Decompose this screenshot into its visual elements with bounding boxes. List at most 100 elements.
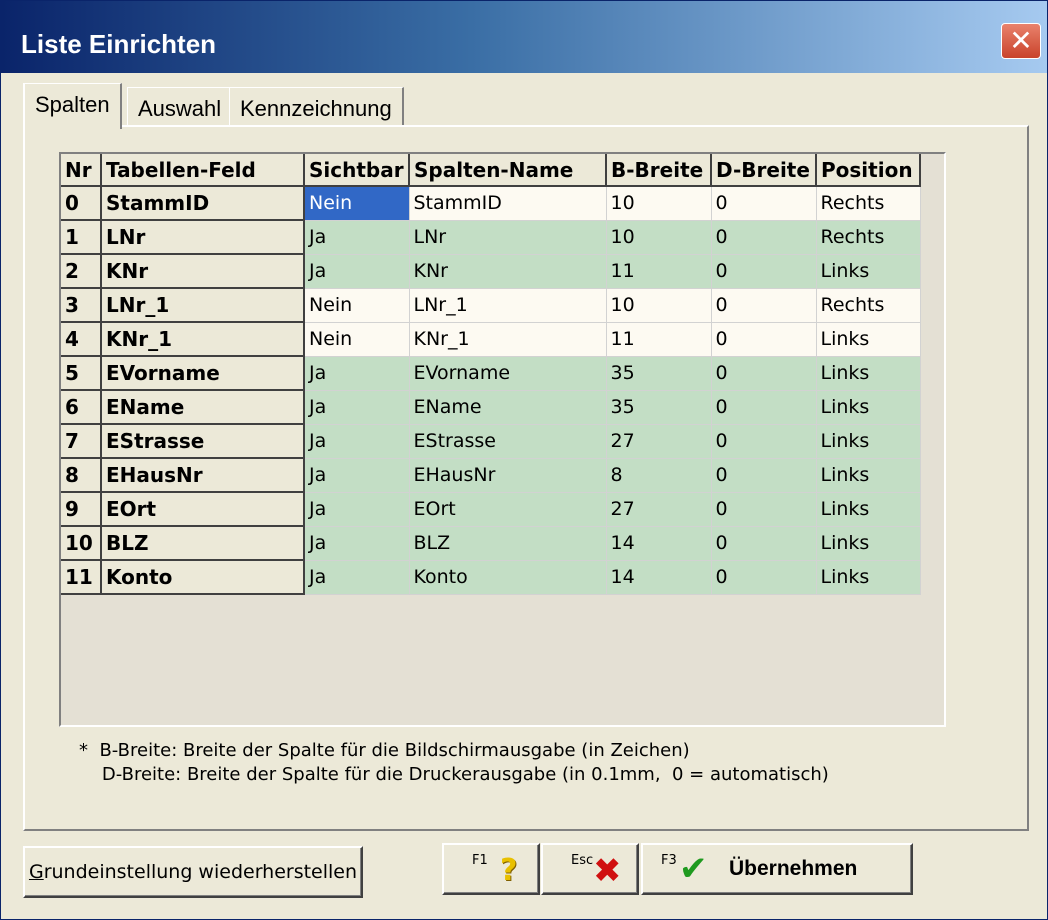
row-spalten-name[interactable]: EVorname <box>409 356 607 391</box>
table-row[interactable]: 5 EVorname Ja EVorname 35 0 Links <box>61 356 921 391</box>
row-sichtbar[interactable]: Ja <box>304 458 410 493</box>
row-nr[interactable]: 10 <box>61 526 102 561</box>
row-tabellen-feld[interactable]: EHausNr <box>101 458 305 493</box>
row-nr[interactable]: 4 <box>61 322 102 357</box>
row-d-breite[interactable]: 0 <box>711 356 817 391</box>
row-position[interactable]: Links <box>816 458 921 493</box>
row-position[interactable]: Rechts <box>816 288 921 323</box>
row-sichtbar[interactable]: Ja <box>304 356 410 391</box>
row-tabellen-feld[interactable]: KNr <box>101 254 305 289</box>
reset-defaults-button[interactable]: Grundeinstellung wiederherstellen <box>23 846 363 898</box>
table-row[interactable]: 11 Konto Ja Konto 14 0 Links <box>61 560 921 595</box>
row-tabellen-feld[interactable]: EVorname <box>101 356 305 391</box>
row-b-breite[interactable]: 8 <box>606 458 712 493</box>
header-tabellen-feld[interactable]: Tabellen-Feld <box>101 154 305 187</box>
row-position[interactable]: Links <box>816 424 921 459</box>
row-position[interactable]: Links <box>816 322 921 357</box>
tab-spalten[interactable]: Spalten <box>23 83 122 129</box>
row-tabellen-feld[interactable]: LNr_1 <box>101 288 305 323</box>
table-row[interactable]: 2 KNr Ja KNr 11 0 Links <box>61 254 921 289</box>
header-b-breite[interactable]: B-Breite <box>606 154 712 187</box>
row-position[interactable]: Links <box>816 390 921 425</box>
row-tabellen-feld[interactable]: LNr <box>101 220 305 255</box>
apply-button[interactable]: F3 ✔ Übernehmen <box>641 843 913 895</box>
row-sichtbar[interactable]: Ja <box>304 220 410 255</box>
table-row[interactable]: 3 LNr_1 Nein LNr_1 10 0 Rechts <box>61 288 921 323</box>
row-d-breite[interactable]: 0 <box>711 560 817 595</box>
row-spalten-name[interactable]: LNr <box>409 220 607 255</box>
row-tabellen-feld[interactable]: KNr_1 <box>101 322 305 357</box>
row-position[interactable]: Links <box>816 560 921 595</box>
table-row[interactable]: 9 EOrt Ja EOrt 27 0 Links <box>61 492 921 527</box>
row-spalten-name[interactable]: EHausNr <box>409 458 607 493</box>
row-spalten-name[interactable]: EStrasse <box>409 424 607 459</box>
row-nr[interactable]: 2 <box>61 254 102 289</box>
row-spalten-name[interactable]: Konto <box>409 560 607 595</box>
row-nr[interactable]: 1 <box>61 220 102 255</box>
row-position[interactable]: Links <box>816 492 921 527</box>
row-sichtbar[interactable]: Nein <box>304 186 410 221</box>
header-position[interactable]: Position <box>816 154 921 187</box>
row-nr[interactable]: 9 <box>61 492 102 527</box>
row-position[interactable]: Links <box>816 526 921 561</box>
row-b-breite[interactable]: 35 <box>606 390 712 425</box>
tab-kennzeichnung[interactable]: Kennzeichnung <box>229 87 404 125</box>
row-sichtbar[interactable]: Ja <box>304 526 410 561</box>
row-sichtbar[interactable]: Ja <box>304 254 410 289</box>
table-row[interactable]: 1 LNr Ja LNr 10 0 Rechts <box>61 220 921 255</box>
row-d-breite[interactable]: 0 <box>711 492 817 527</box>
header-nr[interactable]: Nr <box>61 154 102 187</box>
table-row[interactable]: 6 EName Ja EName 35 0 Links <box>61 390 921 425</box>
row-b-breite[interactable]: 27 <box>606 424 712 459</box>
row-spalten-name[interactable]: StammID <box>409 186 607 221</box>
row-position[interactable]: Rechts <box>816 220 921 255</box>
header-sichtbar[interactable]: Sichtbar <box>304 154 410 187</box>
row-spalten-name[interactable]: BLZ <box>409 526 607 561</box>
row-nr[interactable]: 5 <box>61 356 102 391</box>
header-d-breite[interactable]: D-Breite <box>711 154 817 187</box>
row-sichtbar[interactable]: Ja <box>304 390 410 425</box>
row-b-breite[interactable]: 14 <box>606 560 712 595</box>
title-bar[interactable]: Liste Einrichten ✕ <box>1 1 1047 73</box>
row-sichtbar[interactable]: Ja <box>304 424 410 459</box>
row-b-breite[interactable]: 35 <box>606 356 712 391</box>
tab-auswahl[interactable]: Auswahl <box>127 87 234 125</box>
row-spalten-name[interactable]: KNr <box>409 254 607 289</box>
row-tabellen-feld[interactable]: Konto <box>101 560 305 595</box>
table-row[interactable]: 10 BLZ Ja BLZ 14 0 Links <box>61 526 921 561</box>
row-b-breite[interactable]: 11 <box>606 254 712 289</box>
row-b-breite[interactable]: 10 <box>606 186 712 221</box>
row-nr[interactable]: 3 <box>61 288 102 323</box>
row-b-breite[interactable]: 27 <box>606 492 712 527</box>
row-b-breite[interactable]: 10 <box>606 288 712 323</box>
row-d-breite[interactable]: 0 <box>711 322 817 357</box>
row-b-breite[interactable]: 14 <box>606 526 712 561</box>
row-tabellen-feld[interactable]: BLZ <box>101 526 305 561</box>
table-row[interactable]: 0 StammID Nein StammID 10 0 Rechts <box>61 186 921 221</box>
cancel-button[interactable]: Esc ✖ <box>541 843 639 895</box>
row-d-breite[interactable]: 0 <box>711 288 817 323</box>
row-nr[interactable]: 0 <box>61 186 102 221</box>
row-nr[interactable]: 6 <box>61 390 102 425</box>
row-tabellen-feld[interactable]: StammID <box>101 186 305 221</box>
table-row[interactable]: 4 KNr_1 Nein KNr_1 11 0 Links <box>61 322 921 357</box>
row-sichtbar[interactable]: Ja <box>304 560 410 595</box>
row-spalten-name[interactable]: LNr_1 <box>409 288 607 323</box>
row-nr[interactable]: 7 <box>61 424 102 459</box>
close-button[interactable]: ✕ <box>1001 23 1041 59</box>
row-nr[interactable]: 8 <box>61 458 102 493</box>
row-position[interactable]: Links <box>816 254 921 289</box>
row-spalten-name[interactable]: EOrt <box>409 492 607 527</box>
row-sichtbar[interactable]: Nein <box>304 322 410 357</box>
row-nr[interactable]: 11 <box>61 560 102 595</box>
row-d-breite[interactable]: 0 <box>711 220 817 255</box>
row-spalten-name[interactable]: KNr_1 <box>409 322 607 357</box>
row-d-breite[interactable]: 0 <box>711 254 817 289</box>
row-sichtbar[interactable]: Nein <box>304 288 410 323</box>
table-row[interactable]: 8 EHausNr Ja EHausNr 8 0 Links <box>61 458 921 493</box>
row-d-breite[interactable]: 0 <box>711 390 817 425</box>
row-tabellen-feld[interactable]: EStrasse <box>101 424 305 459</box>
row-sichtbar[interactable]: Ja <box>304 492 410 527</box>
row-d-breite[interactable]: 0 <box>711 186 817 221</box>
row-position[interactable]: Links <box>816 356 921 391</box>
